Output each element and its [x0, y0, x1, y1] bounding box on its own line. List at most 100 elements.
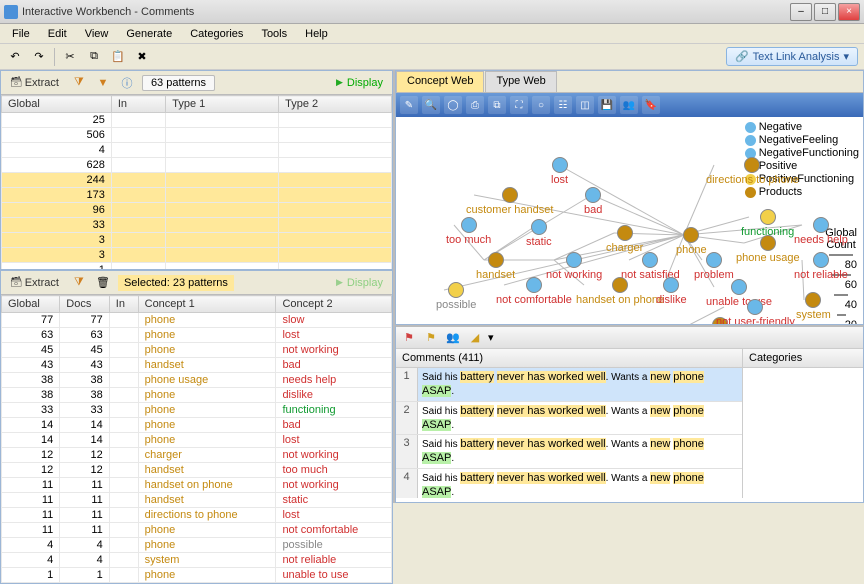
node-system[interactable]: system — [796, 292, 831, 321]
menu-generate[interactable]: Generate — [118, 26, 180, 42]
table-row[interactable]: 11phoneunable to use — [2, 568, 392, 583]
zoom-in-icon[interactable]: 🔍 — [422, 96, 440, 114]
comments-header: Comments (411) — [396, 349, 743, 367]
menu-edit[interactable]: Edit — [40, 26, 75, 42]
layout2-icon[interactable]: ☷ — [554, 96, 572, 114]
display-button[interactable]: Display — [331, 76, 388, 90]
node-bad[interactable]: bad — [584, 187, 602, 216]
table-row[interactable]: 3 — [2, 233, 392, 248]
table-row[interactable]: 4343handsetbad — [2, 358, 392, 373]
menu-categories[interactable]: Categories — [182, 26, 251, 42]
tab-type-web[interactable]: Type Web — [485, 71, 556, 92]
node-notcomf[interactable]: not comfortable — [496, 277, 572, 306]
redo-icon[interactable]: ↷ — [30, 48, 48, 66]
people-icon[interactable]: 👥 — [620, 96, 638, 114]
pointer-icon[interactable]: ✎ — [400, 96, 418, 114]
node-needshelp[interactable]: needs help — [794, 217, 848, 246]
table-row[interactable]: 3838phonedislike — [2, 388, 392, 403]
table-row[interactable]: 506 — [2, 128, 392, 143]
flag-red-icon[interactable]: ⚑ — [400, 329, 418, 347]
node-lost[interactable]: lost — [551, 157, 568, 186]
menu-help[interactable]: Help — [297, 26, 336, 42]
node-problem[interactable]: problem — [694, 252, 734, 281]
layout3-icon[interactable]: ◫ — [576, 96, 594, 114]
table-row[interactable]: 173 — [2, 188, 392, 203]
comment-row[interactable]: 2Said his battery never has worked well.… — [396, 402, 742, 436]
table-row[interactable]: 7777phoneslow — [2, 313, 392, 328]
filter-icon[interactable]: ⧩ — [70, 274, 88, 292]
flag-yellow-icon[interactable]: ⚑ — [422, 329, 440, 347]
tab-concept-web[interactable]: Concept Web — [396, 71, 484, 92]
funnel-icon[interactable]: ▼ — [94, 74, 112, 92]
close-button[interactable]: × — [838, 3, 860, 21]
layout1-icon[interactable]: ○ — [532, 96, 550, 114]
table-row[interactable]: 1 — [2, 263, 392, 270]
node-charger[interactable]: charger — [606, 225, 643, 254]
menu-file[interactable]: File — [4, 26, 38, 42]
people-icon[interactable]: 👥 — [444, 329, 462, 347]
table-row[interactable]: 1414phonebad — [2, 418, 392, 433]
extract-button[interactable]: 🗃 Extract — [5, 76, 64, 90]
node-directions[interactable]: directions to phone — [706, 157, 799, 186]
save-icon[interactable]: 💾 — [598, 96, 616, 114]
table-row[interactable]: 1212handsettoo much — [2, 463, 392, 478]
copy-graph-icon[interactable]: ⧉ — [488, 96, 506, 114]
node-notuf[interactable]: not user-friendly — [716, 299, 795, 324]
table-row[interactable]: 44systemnot reliable — [2, 553, 392, 568]
table-row[interactable]: 1111handsetstatic — [2, 493, 392, 508]
table-row[interactable]: 6363phonelost — [2, 328, 392, 343]
highlight-icon[interactable]: ◢ — [466, 329, 484, 347]
node-phoneusage[interactable]: phone usage — [736, 235, 800, 264]
table-row[interactable]: 3333phonefunctioning — [2, 403, 392, 418]
node-static[interactable]: static — [526, 219, 552, 248]
graph-canvas[interactable]: NegativeNegativeFeelingNegativeFunctioni… — [396, 117, 863, 324]
table-row[interactable]: 4 — [2, 143, 392, 158]
menu-view[interactable]: View — [77, 26, 117, 42]
maximize-button[interactable]: □ — [814, 3, 836, 21]
copy-icon[interactable]: ⧉ — [85, 48, 103, 66]
table-row[interactable]: 1414phonelost — [2, 433, 392, 448]
table-row[interactable]: 1111handset on phonenot working — [2, 478, 392, 493]
cut-icon[interactable]: ✂ — [61, 48, 79, 66]
node-possible[interactable]: possible — [436, 282, 476, 311]
menu-tools[interactable]: Tools — [253, 26, 295, 42]
tag-icon[interactable]: 🔖 — [642, 96, 660, 114]
table-row[interactable]: 44phonepossible — [2, 538, 392, 553]
node-handphone[interactable]: handset on phone — [576, 277, 664, 306]
node-functioning[interactable]: functioning — [741, 209, 794, 238]
comment-row[interactable]: 3Said his battery never has worked well.… — [396, 435, 742, 469]
undo-icon[interactable]: ↶ — [6, 48, 24, 66]
table-row[interactable]: 3838phone usageneeds help — [2, 373, 392, 388]
paste-icon[interactable]: 📋 — [109, 48, 127, 66]
delete-icon[interactable]: ✖ — [133, 48, 151, 66]
fit-icon[interactable]: ⛶ — [510, 96, 528, 114]
print-icon[interactable]: ⎙ — [466, 96, 484, 114]
dropdown-arrow-icon[interactable]: ▾ — [488, 331, 494, 344]
info-icon[interactable]: ⓘ — [118, 74, 136, 92]
node-dislike[interactable]: dislike — [656, 277, 687, 306]
table-row[interactable]: 244 — [2, 173, 392, 188]
table-row[interactable]: 4545phonenot working — [2, 343, 392, 358]
node-toomuch[interactable]: too much — [446, 217, 491, 246]
filter-icon[interactable]: ⧩ — [70, 74, 88, 92]
table-row[interactable]: 1212chargernot working — [2, 448, 392, 463]
trash-icon[interactable]: 🗑 — [94, 274, 112, 292]
table-row[interactable]: 3 — [2, 248, 392, 263]
node-notreliable[interactable]: not reliable — [794, 252, 848, 281]
patterns-table[interactable]: GlobalInType 1Type 225506462824417396333… — [1, 95, 392, 269]
comment-row[interactable]: 1Said his battery never has worked well.… — [396, 368, 742, 402]
table-row[interactable]: 628 — [2, 158, 392, 173]
table-row[interactable]: 33 — [2, 218, 392, 233]
comments-list[interactable]: 1Said his battery never has worked well.… — [396, 368, 743, 498]
table-row[interactable]: 25 — [2, 113, 392, 128]
comment-row[interactable]: 4Said his battery never has worked well.… — [396, 469, 742, 498]
table-row[interactable]: 1111directions to phonelost — [2, 508, 392, 523]
zoom-out-icon[interactable]: ◯ — [444, 96, 462, 114]
node-custhand[interactable]: customer handset — [466, 187, 553, 216]
extract-button-2[interactable]: 🗃 Extract — [5, 276, 64, 290]
table-row[interactable]: 1111phonenot comfortable — [2, 523, 392, 538]
text-link-analysis-button[interactable]: 🔗 Text Link Analysis ▾ — [726, 47, 858, 66]
minimize-button[interactable]: – — [790, 3, 812, 21]
concepts-table[interactable]: GlobalDocsInConcept 1Concept 27777phones… — [1, 295, 392, 583]
table-row[interactable]: 96 — [2, 203, 392, 218]
